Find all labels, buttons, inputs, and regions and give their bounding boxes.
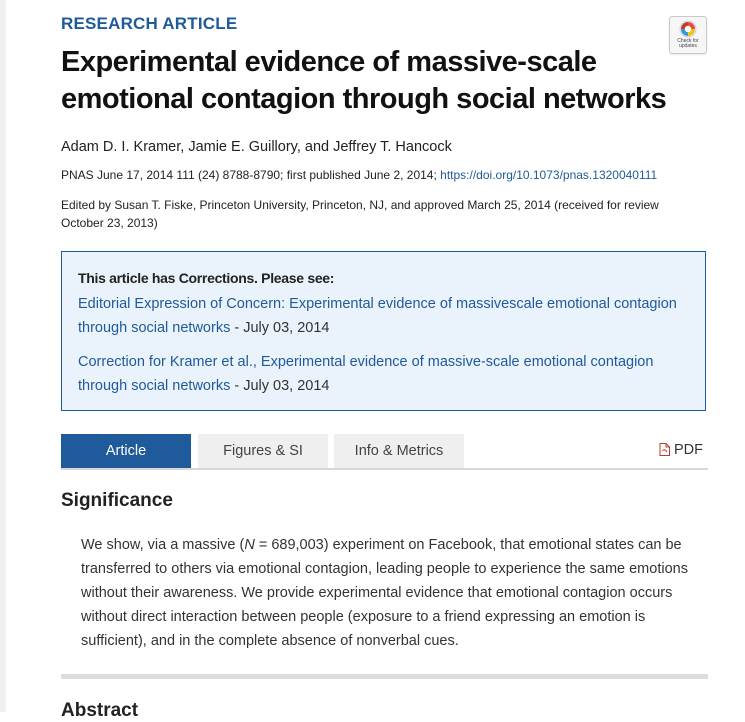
significance-text-start: We show, via a massive ( bbox=[81, 537, 245, 553]
significance-text-rest: = 689,003) experiment on Facebook, that … bbox=[81, 537, 688, 649]
citation-line: PNAS June 17, 2014 111 (24) 8788-8790; f… bbox=[61, 168, 657, 182]
pdf-file-icon bbox=[659, 443, 670, 456]
correction-link[interactable]: Correction for Kramer et al., Experiment… bbox=[78, 354, 653, 394]
doi-link[interactable]: https://doi.org/10.1073/pnas.1320040111 bbox=[440, 168, 657, 182]
corrections-notice: This article has Corrections. Please see… bbox=[61, 251, 706, 411]
expression-of-concern-link[interactable]: Editorial Expression of Concern: Experim… bbox=[78, 296, 677, 336]
author-list: Adam D. I. Kramer, Jamie E. Guillory, an… bbox=[61, 139, 452, 155]
tab-info-metrics[interactable]: Info & Metrics bbox=[334, 434, 464, 468]
pdf-label: PDF bbox=[674, 442, 703, 458]
tab-figures-si[interactable]: Figures & SI bbox=[198, 434, 328, 468]
citation-text: PNAS June 17, 2014 111 (24) 8788-8790; f… bbox=[61, 168, 441, 182]
corrections-heading: This article has Corrections. Please see… bbox=[78, 270, 335, 286]
left-edge-bar bbox=[0, 0, 6, 712]
article-type-label: RESEARCH ARTICLE bbox=[61, 14, 238, 33]
edited-by-note: Edited by Susan T. Fiske, Princeton Univ… bbox=[61, 198, 659, 230]
significance-text: We show, via a massive (N = 689,003) exp… bbox=[81, 533, 693, 653]
significance-heading: Significance bbox=[61, 490, 173, 511]
sample-size-symbol: N bbox=[244, 537, 255, 553]
abstract-heading: Abstract bbox=[61, 700, 139, 721]
correction-item: Correction for Kramer et al., Experiment… bbox=[78, 350, 688, 398]
correction-date: - July 03, 2014 bbox=[230, 320, 330, 336]
correction-item: Editorial Expression of Concern: Experim… bbox=[78, 292, 688, 340]
tab-article[interactable]: Article bbox=[61, 434, 191, 468]
crossmark-icon bbox=[679, 20, 697, 38]
section-divider bbox=[61, 674, 708, 679]
article-tabs: Article Figures & SI Info & Metrics PDF bbox=[61, 434, 708, 470]
correction-date: - July 03, 2014 bbox=[230, 378, 330, 394]
article-title: Experimental evidence of massive-scale e… bbox=[61, 46, 667, 115]
pdf-download-link[interactable]: PDF bbox=[659, 442, 703, 458]
